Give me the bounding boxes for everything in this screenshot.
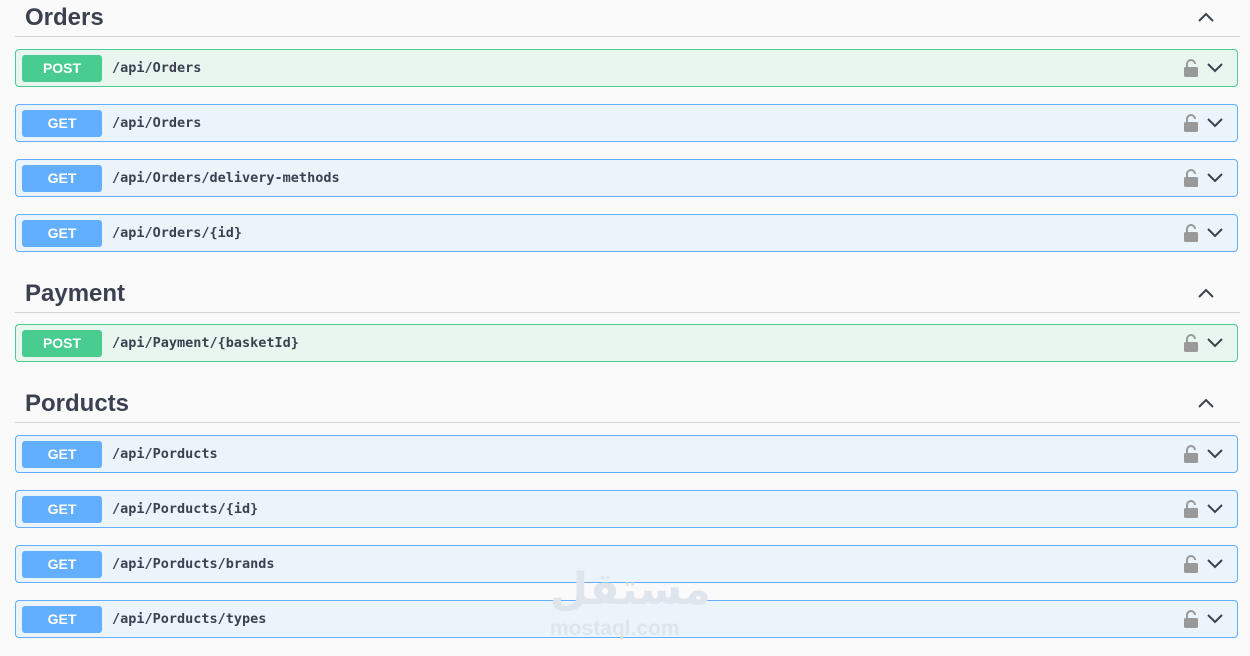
lock-icon[interactable] bbox=[1183, 58, 1199, 78]
operation-path: /api/Orders bbox=[112, 60, 202, 76]
operation-post-orders[interactable]: POST /api/Orders bbox=[15, 49, 1238, 87]
lock-icon[interactable] bbox=[1183, 444, 1199, 464]
operation-path: /api/Porducts bbox=[112, 446, 218, 462]
lock-icon[interactable] bbox=[1183, 609, 1199, 629]
method-badge: POST bbox=[22, 330, 102, 357]
section-title: Payment bbox=[25, 280, 126, 307]
lock-icon[interactable] bbox=[1183, 223, 1199, 243]
operation-path: /api/Payment/{basketId} bbox=[112, 335, 299, 351]
operation-get-porducts-brands[interactable]: GET /api/Porducts/brands bbox=[15, 545, 1238, 583]
method-badge: GET bbox=[22, 165, 102, 192]
operation-get-porducts-id[interactable]: GET /api/Porducts/{id} bbox=[15, 490, 1238, 528]
lock-icon[interactable] bbox=[1183, 168, 1199, 188]
operation-path: /api/Orders/delivery-methods bbox=[112, 170, 340, 186]
section-header-payment[interactable]: Payment bbox=[15, 276, 1240, 313]
method-badge: GET bbox=[22, 441, 102, 468]
operation-path: /api/Porducts/types bbox=[112, 611, 267, 627]
chevron-up-icon[interactable] bbox=[1194, 282, 1218, 306]
method-badge: GET bbox=[22, 110, 102, 137]
operation-post-payment-basketid[interactable]: POST /api/Payment/{basketId} bbox=[15, 324, 1238, 362]
section-header-orders[interactable]: Orders bbox=[15, 0, 1240, 37]
operation-path: /api/Porducts/{id} bbox=[112, 501, 259, 517]
operation-get-porducts[interactable]: GET /api/Porducts bbox=[15, 435, 1238, 473]
chevron-down-icon[interactable] bbox=[1205, 168, 1225, 188]
operation-get-orders-id[interactable]: GET /api/Orders/{id} bbox=[15, 214, 1238, 252]
method-badge: GET bbox=[22, 606, 102, 633]
chevron-down-icon[interactable] bbox=[1205, 554, 1225, 574]
method-badge: GET bbox=[22, 551, 102, 578]
lock-icon[interactable] bbox=[1183, 499, 1199, 519]
method-badge: POST bbox=[22, 55, 102, 82]
section-title: Porducts bbox=[25, 390, 130, 417]
chevron-down-icon[interactable] bbox=[1205, 499, 1225, 519]
lock-icon[interactable] bbox=[1183, 333, 1199, 353]
lock-icon[interactable] bbox=[1183, 113, 1199, 133]
operation-get-porducts-types[interactable]: GET /api/Porducts/types bbox=[15, 600, 1238, 638]
operation-get-orders[interactable]: GET /api/Orders bbox=[15, 104, 1238, 142]
chevron-down-icon[interactable] bbox=[1205, 113, 1225, 133]
operation-path: /api/Orders/{id} bbox=[112, 225, 243, 241]
chevron-down-icon[interactable] bbox=[1205, 444, 1225, 464]
chevron-down-icon[interactable] bbox=[1205, 58, 1225, 78]
chevron-down-icon[interactable] bbox=[1205, 609, 1225, 629]
operation-get-orders-delivery-methods[interactable]: GET /api/Orders/delivery-methods bbox=[15, 159, 1238, 197]
lock-icon[interactable] bbox=[1183, 554, 1199, 574]
chevron-up-icon[interactable] bbox=[1194, 392, 1218, 416]
method-badge: GET bbox=[22, 496, 102, 523]
method-badge: GET bbox=[22, 220, 102, 247]
operation-path: /api/Orders bbox=[112, 115, 202, 131]
chevron-down-icon[interactable] bbox=[1205, 223, 1225, 243]
chevron-down-icon[interactable] bbox=[1205, 333, 1225, 353]
operation-path: /api/Porducts/brands bbox=[112, 556, 275, 572]
section-header-porducts[interactable]: Porducts bbox=[15, 386, 1240, 423]
chevron-up-icon[interactable] bbox=[1194, 6, 1218, 30]
section-title: Orders bbox=[25, 4, 104, 31]
